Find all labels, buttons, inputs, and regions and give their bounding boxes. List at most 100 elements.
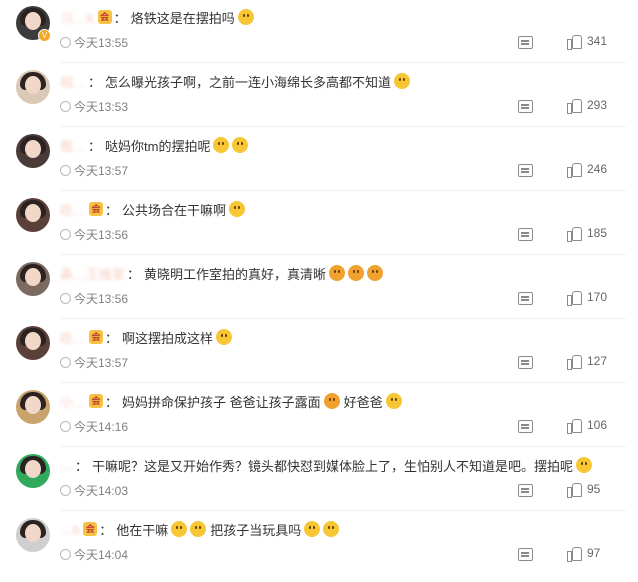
- smile-emoji-icon: [385, 393, 402, 409]
- thumbs-up-icon: [567, 98, 582, 114]
- avatar[interactable]: [16, 518, 50, 552]
- comment-time: 今天13:57: [60, 162, 128, 179]
- colon: ：: [105, 330, 119, 346]
- comment-text-continued: 好爸爸: [343, 394, 383, 410]
- colon: ：: [99, 522, 113, 538]
- avatar[interactable]: [16, 70, 50, 104]
- username[interactable]: 鼻…王维家: [60, 264, 125, 283]
- comment-line: 鼻…王维家：黄晓明工作室拍的真好，真清晰: [60, 262, 384, 284]
- comment-text: 哒妈你tm的摆拍呢: [105, 138, 211, 154]
- comment-line: …：干嘛呢？这是又开始作秀？镜头都快怼到媒体脸上了，生怕别人不知道是吧。摆拍呢: [60, 454, 593, 476]
- comment-item: 楷…：哒妈你tm的摆拍呢 今天13:57 246: [0, 134, 638, 198]
- like-button[interactable]: 185: [567, 226, 608, 242]
- avatar[interactable]: [16, 454, 50, 488]
- like-count: 185: [587, 226, 608, 240]
- reply-icon[interactable]: [518, 100, 533, 113]
- think-emoji-icon: [323, 521, 340, 537]
- comment-line: 相…：怎么曝光孩子啊，之前一连小海绵长多高都不知道: [60, 70, 411, 92]
- time-text: 今天13:55: [74, 36, 129, 50]
- reply-icon[interactable]: [518, 420, 533, 433]
- comment-time: 今天13:57: [60, 354, 128, 371]
- verified-badge-icon: V: [38, 29, 51, 42]
- reply-icon[interactable]: [518, 228, 533, 241]
- username[interactable]: 吃…: [60, 328, 86, 347]
- smile-emoji-icon: [232, 137, 249, 153]
- scared-emoji-icon: [348, 265, 365, 281]
- avatar[interactable]: [16, 198, 50, 232]
- thumbs-up-icon: [567, 162, 582, 178]
- vip-badge-icon: 会: [83, 522, 98, 536]
- username[interactable]: …b: [60, 522, 80, 537]
- colon: ：: [88, 74, 102, 90]
- colon: ：: [75, 458, 89, 474]
- reply-icon[interactable]: [518, 36, 533, 49]
- username[interactable]: 小…: [60, 392, 86, 411]
- comment-item: 鼻…王维家：黄晓明工作室拍的真好，真清晰 今天13:56 170: [0, 262, 638, 326]
- comment-text-continued: 把孩子当玩具吗: [210, 522, 302, 538]
- reply-icon[interactable]: [518, 356, 533, 369]
- reply-icon[interactable]: [518, 164, 533, 177]
- avatar[interactable]: [16, 134, 50, 168]
- clock-icon: [60, 357, 71, 368]
- think-emoji-icon: [304, 521, 321, 537]
- divider: [60, 510, 626, 511]
- clock-icon: [60, 101, 71, 112]
- clock-icon: [60, 37, 71, 48]
- reply-icon[interactable]: [518, 484, 533, 497]
- like-count: 127: [587, 354, 608, 368]
- comment-text: 干嘛呢？这是又开始作秀？镜头都快怼到媒体脸上了，生怕别人不知道是吧。摆拍呢: [92, 458, 574, 474]
- like-count: 170: [587, 290, 608, 304]
- like-button[interactable]: 293: [567, 98, 608, 114]
- comment-time: 今天13:55: [60, 34, 128, 51]
- avatar[interactable]: [16, 326, 50, 360]
- like-button[interactable]: 170: [567, 290, 608, 306]
- time-text: 今天13:53: [74, 100, 129, 114]
- time-text: 今天14:03: [74, 484, 129, 498]
- username[interactable]: 习…K: [60, 8, 95, 27]
- scared-emoji-icon: [367, 265, 384, 281]
- clock-icon: [60, 485, 71, 496]
- comment-line: …b 会：他在干嘛 把孩子当玩具吗: [60, 518, 340, 540]
- avatar[interactable]: [16, 390, 50, 424]
- thumbs-up-icon: [567, 354, 582, 370]
- like-button[interactable]: 341: [567, 34, 607, 50]
- time-text: 今天13:57: [74, 164, 129, 178]
- colon: ：: [127, 266, 141, 282]
- like-button[interactable]: 246: [567, 162, 607, 178]
- clock-icon: [60, 229, 71, 240]
- username[interactable]: 相…: [60, 72, 86, 91]
- time-text: 今天13:56: [74, 228, 129, 242]
- clock-icon: [60, 293, 71, 304]
- comment-text: 烙铁这是在摆拍吗: [130, 10, 235, 26]
- comment-item: …b 会：他在干嘛 把孩子当玩具吗今天14:04 97: [0, 518, 638, 582]
- username[interactable]: 吃…: [60, 200, 86, 219]
- smile-emoji-icon: [213, 137, 230, 153]
- thumbs-up-icon: [567, 418, 582, 434]
- like-button[interactable]: 97: [567, 546, 601, 562]
- username[interactable]: …: [60, 458, 73, 473]
- comment-time: 今天14:16: [60, 418, 128, 435]
- comment-time: 今天13:56: [60, 290, 128, 307]
- comment-text: 黄晓明工作室拍的真好，真清晰: [144, 266, 327, 282]
- reply-icon[interactable]: [518, 548, 533, 561]
- like-button[interactable]: 127: [567, 354, 608, 370]
- username[interactable]: 楷…: [60, 136, 86, 155]
- comment-item: 小… 会：妈妈拼命保护孩子 爸爸让孩子露面 好爸爸今天14:16 106: [0, 390, 638, 454]
- clock-icon: [60, 165, 71, 176]
- smile-emoji-icon: [394, 73, 411, 89]
- comment-line: 吃… 会：啊这摆拍成这样: [60, 326, 233, 348]
- time-text: 今天13:57: [74, 356, 129, 370]
- comment-line: 小… 会：妈妈拼命保护孩子 爸爸让孩子露面 好爸爸: [60, 390, 402, 412]
- colon: ：: [105, 394, 119, 410]
- comment-text: 啊这摆拍成这样: [122, 330, 214, 346]
- like-button[interactable]: 95: [567, 482, 600, 498]
- reply-icon[interactable]: [518, 292, 533, 305]
- comment-time: 今天14:04: [60, 546, 128, 563]
- like-button[interactable]: 106: [567, 418, 607, 434]
- like-count: 97: [587, 546, 601, 560]
- comment-line: 习…K 会：烙铁这是在摆拍吗: [60, 6, 254, 28]
- like-count: 293: [587, 98, 608, 112]
- comment-text: 公共场合在干嘛啊: [122, 202, 227, 218]
- avatar[interactable]: [16, 262, 50, 296]
- vip-badge-icon: 会: [89, 394, 104, 408]
